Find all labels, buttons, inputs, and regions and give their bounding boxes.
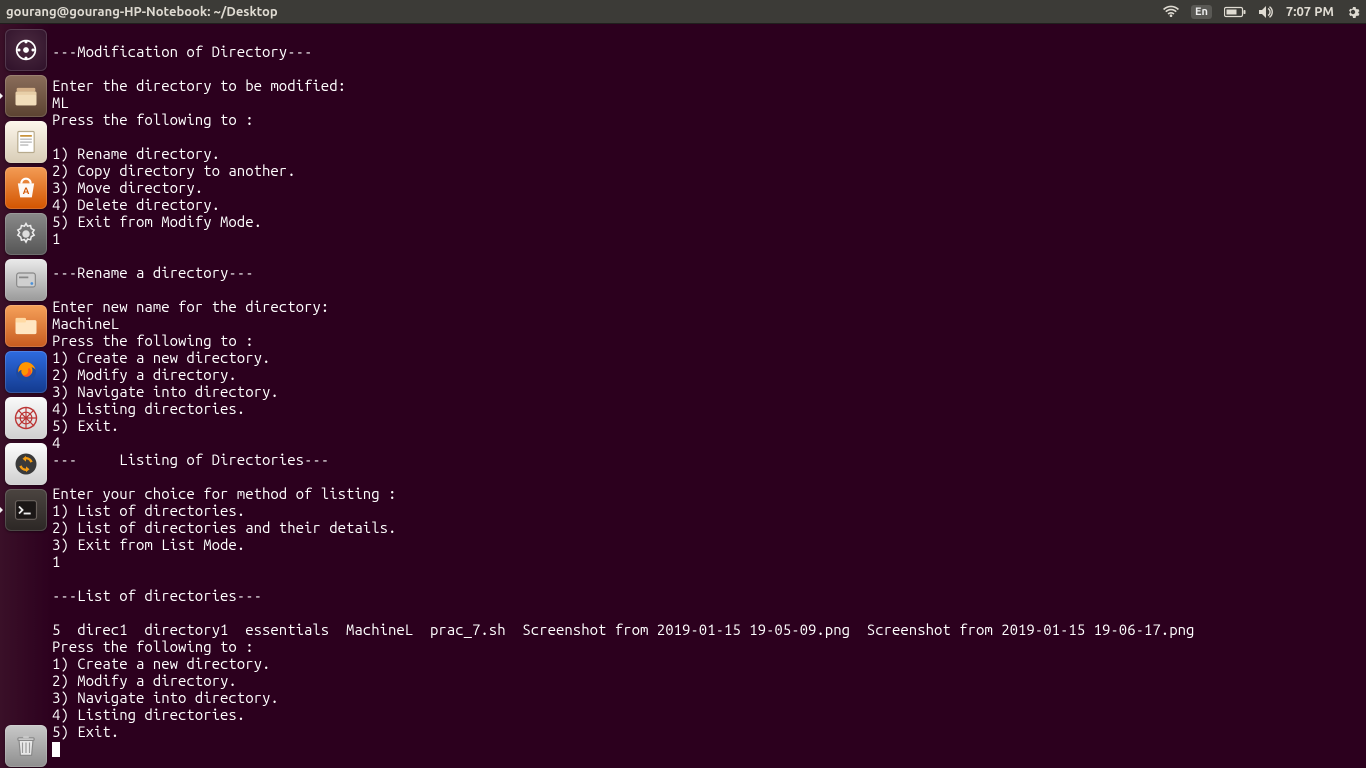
firefox-icon[interactable] (3, 350, 49, 394)
clock[interactable]: 7:07 PM (1286, 5, 1334, 19)
wifi-icon[interactable] (1163, 5, 1179, 19)
unity-launcher: A (0, 24, 52, 768)
top-menu-bar: gourang@gourang-HP-Notebook: ~/Desktop E… (0, 0, 1366, 24)
spider-icon[interactable] (3, 396, 49, 440)
software-center-icon[interactable]: A (3, 166, 49, 210)
dash-icon[interactable] (3, 28, 49, 72)
terminal-icon[interactable] (3, 488, 49, 532)
window-title: gourang@gourang-HP-Notebook: ~/Desktop (6, 5, 1163, 19)
battery-icon[interactable] (1224, 6, 1246, 18)
file-manager-icon[interactable] (3, 304, 49, 348)
software-updater-icon[interactable] (3, 442, 49, 486)
terminal-output[interactable]: ---Modification of Directory--- Enter th… (52, 24, 1366, 768)
svg-text:A: A (23, 185, 30, 196)
settings-icon[interactable] (3, 212, 49, 256)
office-icon[interactable] (3, 120, 49, 164)
volume-icon[interactable] (1258, 5, 1274, 19)
system-indicators: En 7:07 PM (1163, 5, 1360, 19)
disks-icon[interactable] (3, 258, 49, 302)
keyboard-layout-indicator[interactable]: En (1191, 5, 1212, 19)
terminal-cursor (52, 742, 60, 757)
session-gear-icon[interactable] (1346, 5, 1360, 19)
trash-icon[interactable] (3, 724, 49, 768)
files-icon[interactable] (3, 74, 49, 118)
